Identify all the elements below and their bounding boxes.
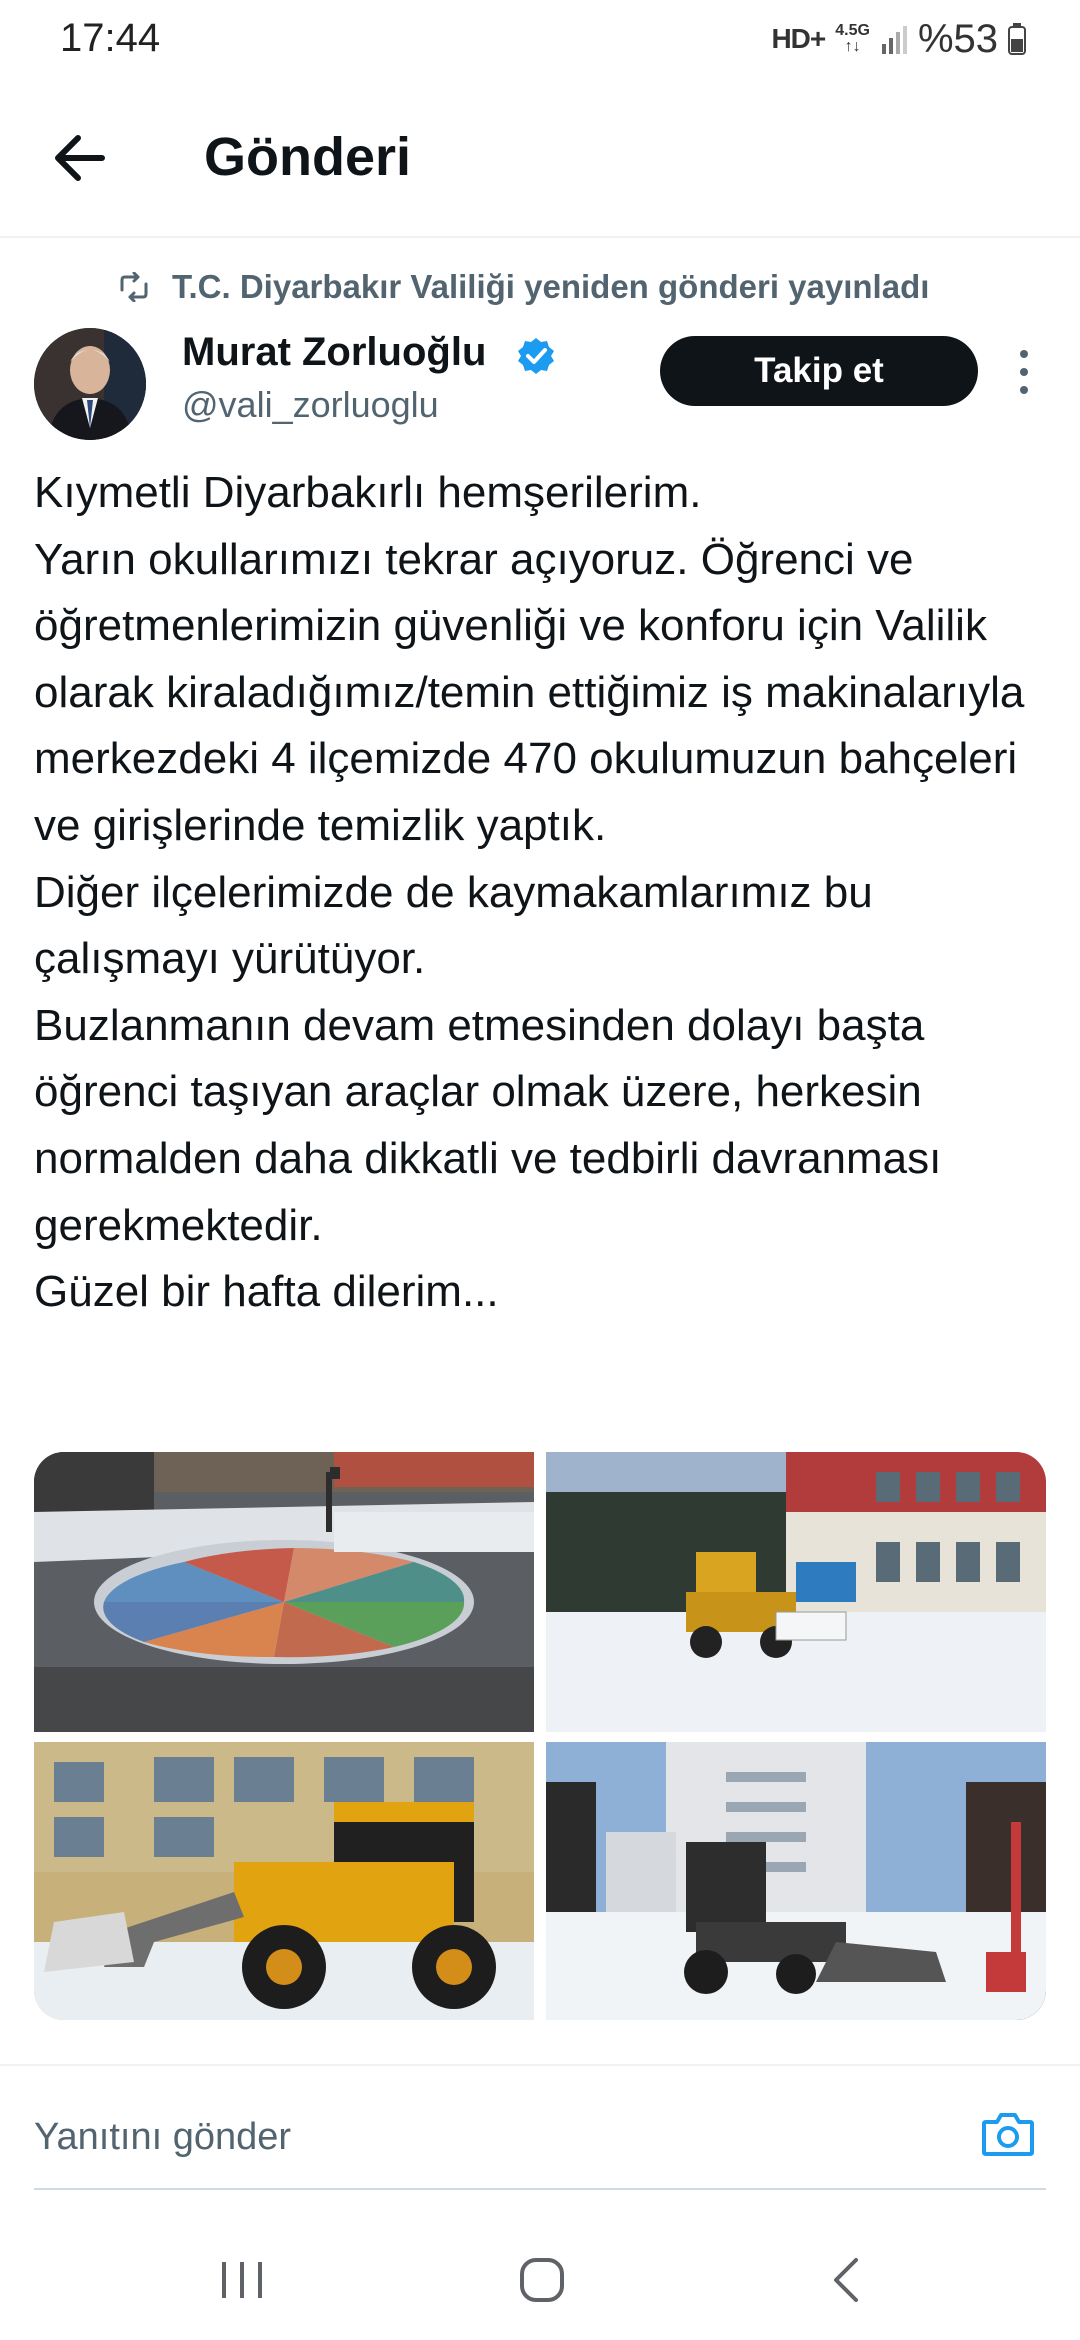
avatar-portrait: [34, 328, 146, 440]
author-name[interactable]: Murat Zorluoğlu: [182, 330, 486, 375]
reply-bar: Yanıtını gönder: [0, 2064, 1080, 2196]
status-bar: 17:44 HD+ 4.5G ↑↓ %53: [0, 0, 1080, 80]
avatar[interactable]: [34, 328, 146, 440]
camera-icon: [982, 2113, 1034, 2156]
status-indicators: HD+ 4.5G ↑↓ %53: [771, 14, 1026, 64]
battery-percent: %53: [917, 16, 998, 61]
photo-school-yard[interactable]: [34, 1452, 534, 1732]
media-grid: [34, 1452, 1046, 2020]
follow-button[interactable]: Takip et: [660, 336, 978, 406]
reply-underline: [34, 2188, 1046, 2190]
system-nav-bar: [0, 2210, 1080, 2340]
hd-voice-icon: HD+: [771, 23, 826, 54]
photo-backhoe-school-entrance[interactable]: [34, 1742, 534, 2020]
verified-badge-icon: [518, 338, 554, 374]
network-type-icon: 4.5G ↑↓: [835, 22, 870, 55]
signal-icon: [881, 26, 907, 54]
author-handle[interactable]: @vali_zorluoglu: [182, 384, 439, 426]
photo-backhoe-clearing-snow[interactable]: [546, 1742, 1046, 2020]
home-icon: [520, 2258, 564, 2302]
reply-input[interactable]: Yanıtını gönder: [34, 2116, 291, 2159]
status-time: 17:44: [60, 16, 161, 60]
back-chevron-icon: [834, 2258, 858, 2302]
recents-button[interactable]: [208, 2250, 278, 2310]
back-button[interactable]: [48, 126, 112, 190]
tweet-text: Kıymetli Diyarbakırlı hemşerilerim. Yarı…: [34, 468, 1025, 1317]
page-title: Gönderi: [204, 127, 412, 187]
battery-icon: [1008, 23, 1026, 55]
recents-icon: [222, 2262, 262, 2298]
app-header: Gönderi: [0, 86, 1080, 238]
camera-button[interactable]: [978, 2104, 1038, 2164]
repost-icon: [120, 272, 148, 302]
repost-text: T.C. Diyarbakır Valiliği yeniden gönderi…: [172, 268, 930, 305]
more-options-icon[interactable]: [1012, 350, 1036, 394]
photo-loader-near-school[interactable]: [546, 1452, 1046, 1732]
home-button[interactable]: [508, 2250, 578, 2310]
repost-indicator[interactable]: T.C. Diyarbakır Valiliği yeniden gönderi…: [118, 262, 929, 312]
arrow-left-icon: [55, 135, 105, 181]
nav-back-button[interactable]: [812, 2250, 882, 2310]
